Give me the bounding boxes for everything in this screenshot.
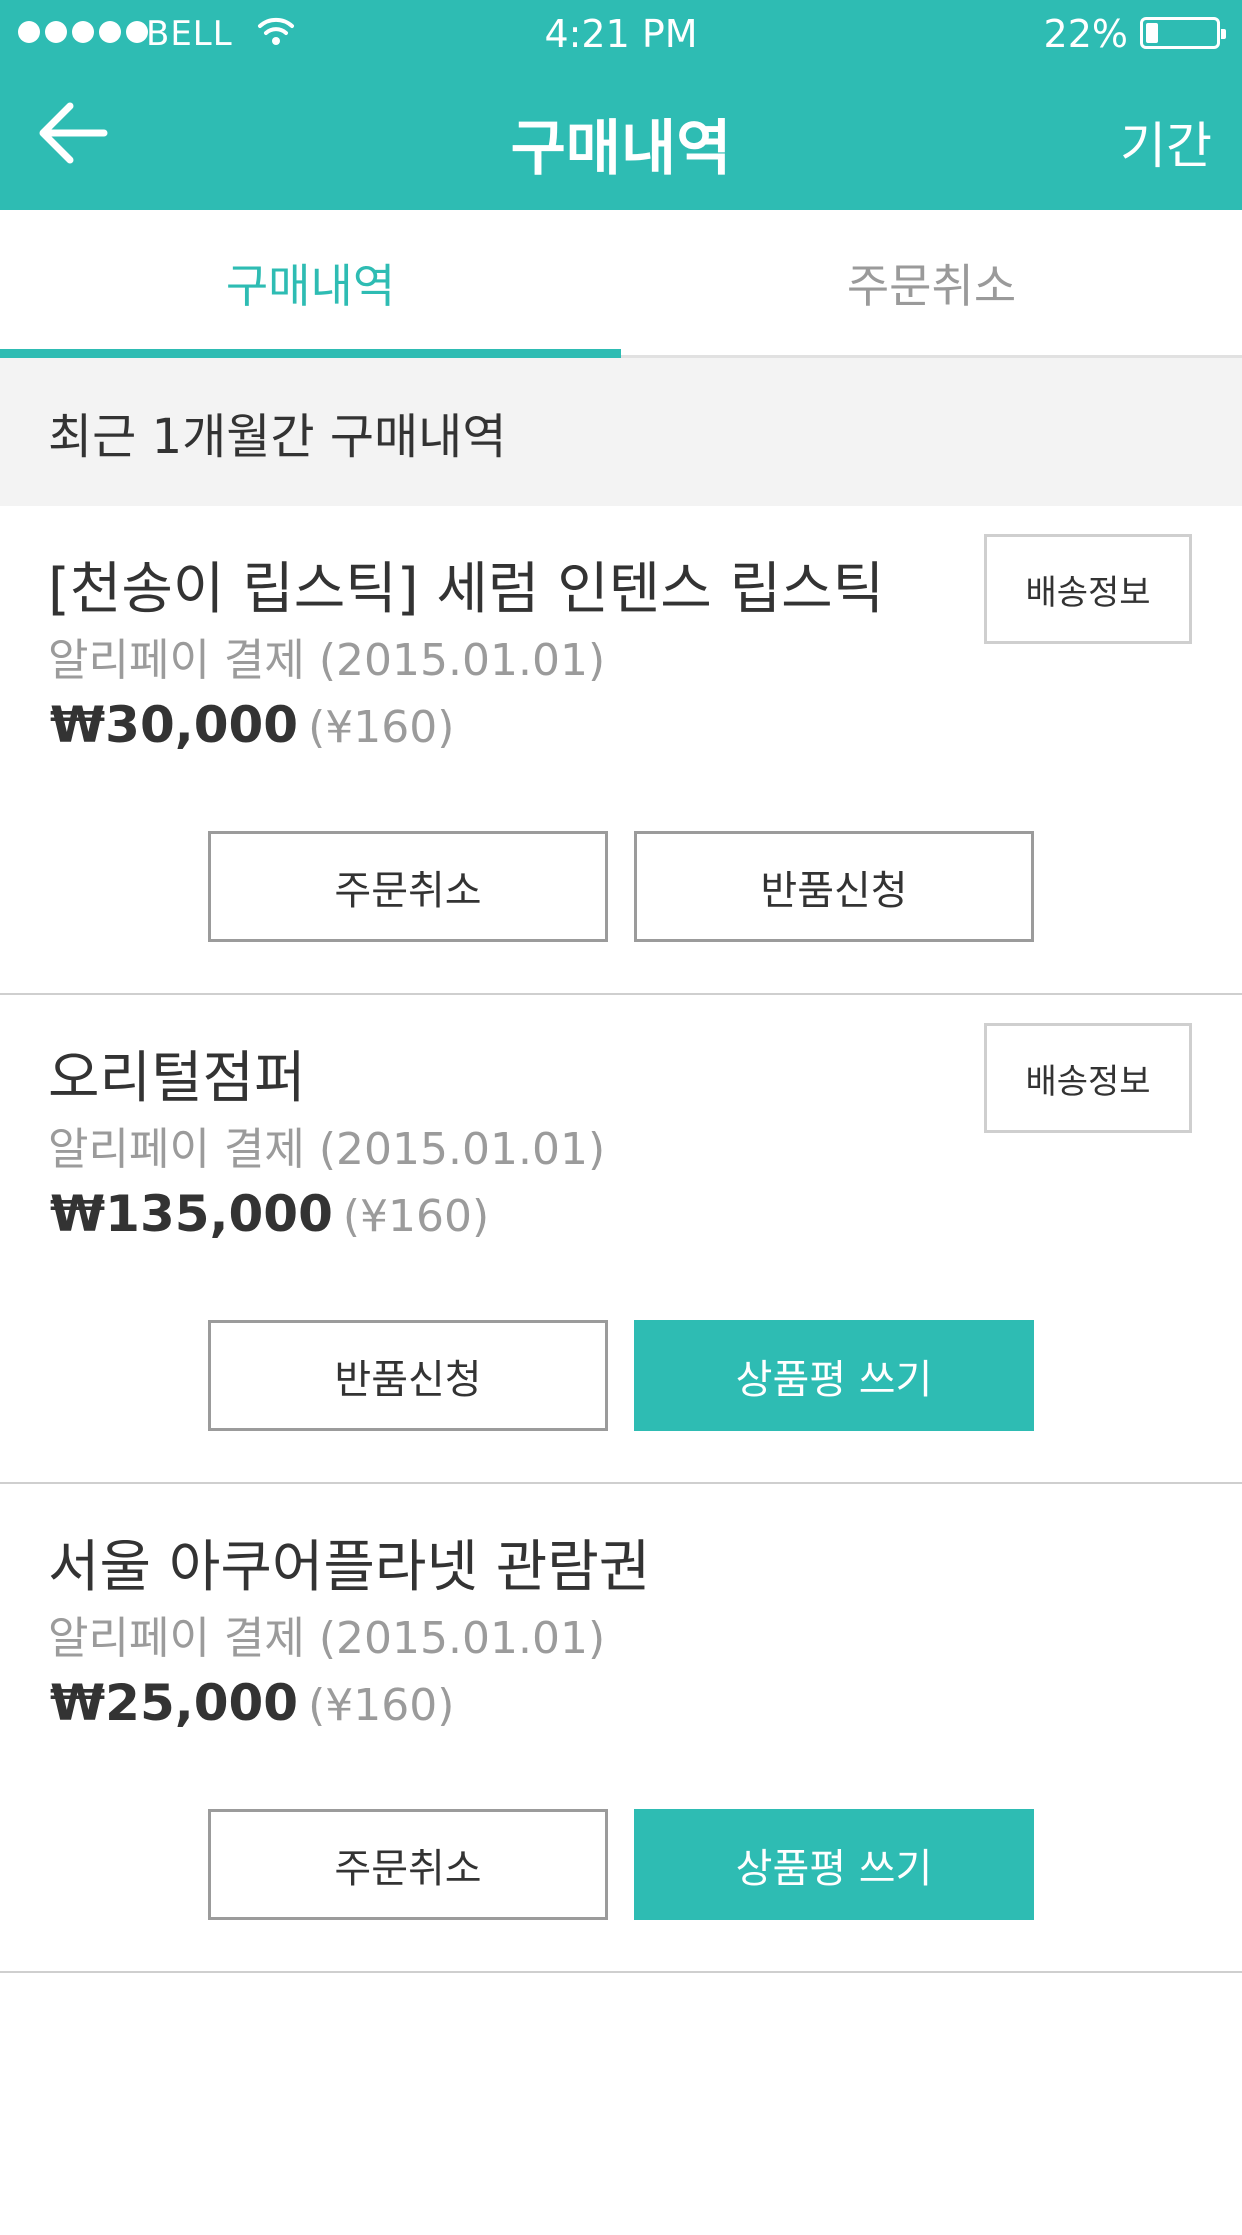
return-request-button[interactable]: 반품신청: [634, 831, 1034, 942]
order-item: 서울 아쿠어플라넷 관람권 알리페이 결제 (2015.01.01) ₩25,0…: [0, 1484, 1242, 1973]
write-review-button[interactable]: 상품평 쓰기: [634, 1809, 1034, 1920]
cancel-order-button[interactable]: 주문취소: [208, 831, 608, 942]
product-name[interactable]: [천송이 립스틱] 세럼 인텐스 립스틱: [48, 544, 884, 625]
price-cny: (¥160): [342, 1191, 490, 1242]
order-item: [천송이 립스틱] 세럼 인텐스 립스틱 알리페이 결제 (2015.01.01…: [0, 506, 1242, 995]
price: ₩135,000 (¥160): [50, 1185, 489, 1243]
price-cny: (¥160): [308, 702, 455, 753]
page-title: 구매내역: [510, 114, 732, 184]
period-button[interactable]: 기간: [1120, 106, 1212, 178]
tab-purchase-history[interactable]: 구매내역: [0, 210, 621, 358]
section-title: 최근 1개월간 구매내역: [0, 358, 1242, 506]
price-krw: ₩25,000: [50, 1674, 299, 1732]
cancel-order-button[interactable]: 주문취소: [208, 1809, 608, 1920]
order-actions: 반품신청 상품평 쓰기: [208, 1320, 1034, 1431]
tab-order-cancel[interactable]: 주문취소: [621, 210, 1242, 355]
shipping-info-button[interactable]: 배송정보: [984, 534, 1192, 644]
payment-info: 알리페이 결제 (2015.01.01): [48, 1613, 606, 1664]
nav-header: 구매내역 기간: [0, 66, 1242, 210]
price: ₩25,000 (¥160): [50, 1674, 454, 1732]
top-bar: BELL 4:21 PM 22% 구매내역 기간: [0, 0, 1242, 210]
order-actions: 주문취소 상품평 쓰기: [208, 1809, 1034, 1920]
price: ₩30,000 (¥160): [50, 696, 454, 754]
status-bar: BELL 4:21 PM 22%: [0, 0, 1242, 66]
write-review-button[interactable]: 상품평 쓰기: [634, 1320, 1034, 1431]
price-krw: ₩135,000: [50, 1185, 333, 1243]
shipping-info-button[interactable]: 배송정보: [984, 1023, 1192, 1133]
product-name[interactable]: 서울 아쿠어플라넷 관람권: [48, 1522, 650, 1603]
price-krw: ₩30,000: [50, 696, 299, 754]
order-actions: 주문취소 반품신청: [208, 831, 1034, 942]
order-item: 오리털점퍼 알리페이 결제 (2015.01.01) ₩135,000 (¥160…: [0, 995, 1242, 1484]
purchase-history-screen: BELL 4:21 PM 22% 구매내역 기간 구매내역 주문취소 최근 1개…: [0, 0, 1242, 2235]
return-request-button[interactable]: 반품신청: [208, 1320, 608, 1431]
price-cny: (¥160): [308, 1680, 455, 1731]
battery-percent: 22%: [1043, 12, 1128, 56]
product-name[interactable]: 오리털점퍼: [48, 1033, 306, 1114]
tab-bar: 구매내역 주문취소: [0, 210, 1242, 358]
payment-info: 알리페이 결제 (2015.01.01): [48, 1124, 606, 1175]
battery-icon: [1140, 17, 1226, 49]
payment-info: 알리페이 결제 (2015.01.01): [48, 635, 606, 686]
